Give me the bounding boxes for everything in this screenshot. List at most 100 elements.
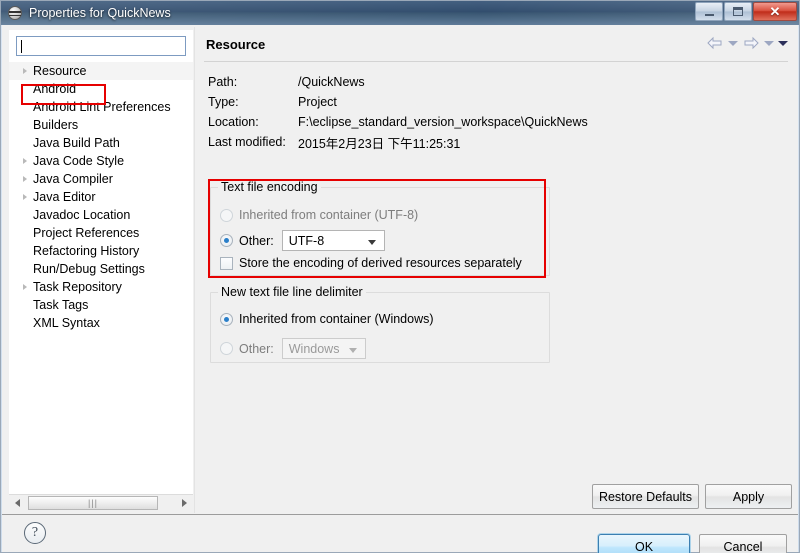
page-title: Resource: [206, 37, 266, 52]
resource-page: Resource Path: /QuickNews Type: Project …: [200, 30, 792, 510]
scrollbar-thumb[interactable]: |||: [28, 496, 158, 510]
window-title: Properties for QuickNews: [29, 6, 171, 20]
close-button[interactable]: ✕: [753, 2, 797, 21]
sidebar-item-builders[interactable]: Builders: [9, 116, 193, 134]
sidebar-item-task-repository[interactable]: Task Repository: [9, 278, 193, 296]
property-row-last-modified: Last modified: 2015年2月23日 下午11:25:31: [208, 132, 588, 152]
preference-tree: Resource Android Android Lint Preference…: [9, 62, 193, 332]
radio-icon[interactable]: [220, 208, 233, 222]
sidebar-item-label: Builders: [33, 118, 79, 132]
delimiter-other-radio-row[interactable]: Other: Windows: [220, 338, 366, 359]
filter-input[interactable]: [16, 36, 186, 56]
line-delimiter-group: New text file line delimiter Inherited f…: [210, 285, 550, 363]
store-derived-checkbox-row[interactable]: Store the encoding of derived resources …: [220, 256, 522, 270]
encoding-other-label: Other:: [239, 233, 274, 248]
sidebar-item-java-compiler[interactable]: Java Compiler: [9, 170, 193, 188]
sidebar-item-task-tags[interactable]: Task Tags: [9, 296, 193, 314]
property-row-type: Type: Project: [208, 92, 588, 112]
sidebar-item-android[interactable]: Android: [9, 80, 193, 98]
delimiter-combo[interactable]: Windows: [281, 338, 366, 359]
page-navigation-toolbar: [706, 35, 788, 51]
property-value: F:\eclipse_standard_version_workspace\Qu…: [298, 115, 588, 129]
restore-defaults-button[interactable]: Restore Defaults: [592, 484, 699, 509]
encoding-inherited-radio-row[interactable]: Inherited from container (UTF-8): [220, 208, 418, 222]
tree-horizontal-scrollbar[interactable]: |||: [9, 494, 193, 511]
title-bar[interactable]: Properties for QuickNews ✕: [1, 1, 799, 25]
chevron-down-icon: [348, 348, 357, 353]
property-value: /QuickNews: [298, 75, 365, 89]
text-file-encoding-group: Text file encoding Inherited from contai…: [210, 180, 550, 276]
apply-button[interactable]: Apply: [705, 484, 792, 509]
window-controls: ✕: [694, 2, 797, 22]
sidebar-item-label: Project References: [33, 226, 140, 240]
sidebar-item-resource[interactable]: Resource: [9, 62, 193, 80]
property-row-path: Path: /QuickNews: [208, 72, 588, 92]
back-arrow-icon[interactable]: [706, 35, 724, 51]
maximize-button[interactable]: [724, 2, 752, 21]
sidebar-item-xml-syntax[interactable]: XML Syntax: [9, 314, 193, 332]
sidebar-item-label: Task Tags: [33, 298, 89, 312]
sidebar-item-label: Java Build Path: [33, 136, 120, 150]
forward-arrow-icon[interactable]: [742, 35, 760, 51]
radio-icon[interactable]: [220, 342, 233, 355]
ok-button[interactable]: OK: [598, 534, 690, 553]
scroll-right-arrow-icon[interactable]: [176, 495, 193, 511]
sidebar-item-java-code-style[interactable]: Java Code Style: [9, 152, 193, 170]
sidebar-item-label: Android Lint Preferences: [33, 100, 171, 114]
back-history-caret-icon[interactable]: [728, 40, 738, 46]
sidebar-item-label: Java Code Style: [33, 154, 125, 168]
property-label: Last modified:: [208, 135, 286, 149]
checkbox-icon[interactable]: [220, 256, 233, 270]
property-label: Type:: [208, 95, 239, 109]
maximize-icon: [733, 7, 743, 16]
delimiter-inherited-radio-row[interactable]: Inherited from container (Windows): [220, 312, 434, 326]
sidebar-item-label: Java Compiler: [33, 172, 113, 186]
scroll-left-arrow-icon[interactable]: [9, 495, 26, 511]
sidebar-item-label: XML Syntax: [33, 316, 100, 330]
text-file-encoding-legend: Text file encoding: [218, 180, 321, 194]
cancel-button[interactable]: Cancel: [699, 534, 787, 553]
encoding-combo-value: UTF-8: [288, 233, 325, 248]
chevron-down-icon: [367, 240, 376, 245]
sidebar-item-java-editor[interactable]: Java Editor: [9, 188, 193, 206]
preference-tree-panel: Resource Android Android Lint Preference…: [9, 30, 193, 500]
eclipse-properties-icon: [8, 6, 22, 20]
delimiter-combo-value: Windows: [288, 341, 340, 356]
screen: Properties for QuickNews ✕ Resource Andr…: [0, 0, 800, 553]
text-caret-icon: [21, 40, 22, 53]
minimize-button[interactable]: [695, 2, 723, 21]
property-value: Project: [298, 95, 337, 109]
resource-properties-list: Path: /QuickNews Type: Project Location:…: [208, 72, 588, 152]
sidebar-item-label: Task Repository: [33, 280, 122, 294]
sidebar-item-label: Android: [33, 82, 77, 96]
radio-icon[interactable]: [220, 234, 233, 247]
encoding-combo[interactable]: UTF-8: [281, 230, 385, 251]
help-icon[interactable]: ?: [24, 522, 46, 544]
dialog-client-area: Resource Android Android Lint Preference…: [2, 25, 798, 553]
property-row-location: Location: F:\eclipse_standard_version_wo…: [208, 112, 588, 132]
sidebar-item-run-debug-settings[interactable]: Run/Debug Settings: [9, 260, 193, 278]
forward-history-caret-icon[interactable]: [764, 40, 774, 46]
property-label: Location:: [208, 115, 259, 129]
sidebar-item-java-build-path[interactable]: Java Build Path: [9, 134, 193, 152]
minimize-icon: [704, 13, 714, 16]
view-menu-caret-icon[interactable]: [778, 40, 788, 46]
pane-divider: [194, 27, 195, 513]
store-derived-label: Store the encoding of derived resources …: [239, 256, 522, 270]
sidebar-item-android-lint-preferences[interactable]: Android Lint Preferences: [9, 98, 193, 116]
property-label: Path:: [208, 75, 238, 89]
sidebar-item-label: Javadoc Location: [33, 208, 131, 222]
sidebar-item-refactoring-history[interactable]: Refactoring History: [9, 242, 193, 260]
close-icon: ✕: [769, 4, 781, 19]
sidebar-item-label: Java Editor: [33, 190, 96, 204]
radio-icon[interactable]: [220, 312, 233, 326]
sidebar-item-label: Resource: [33, 64, 87, 78]
sidebar-item-javadoc-location[interactable]: Javadoc Location: [9, 206, 193, 224]
encoding-other-radio-row[interactable]: Other: UTF-8: [220, 230, 385, 251]
delimiter-other-label: Other:: [239, 341, 274, 356]
delimiter-inherited-label: Inherited from container (Windows): [239, 312, 434, 326]
properties-dialog-window: Properties for QuickNews ✕ Resource Andr…: [0, 0, 800, 553]
line-delimiter-legend: New text file line delimiter: [218, 285, 366, 299]
encoding-inherited-label: Inherited from container (UTF-8): [239, 208, 419, 222]
sidebar-item-project-references[interactable]: Project References: [9, 224, 193, 242]
